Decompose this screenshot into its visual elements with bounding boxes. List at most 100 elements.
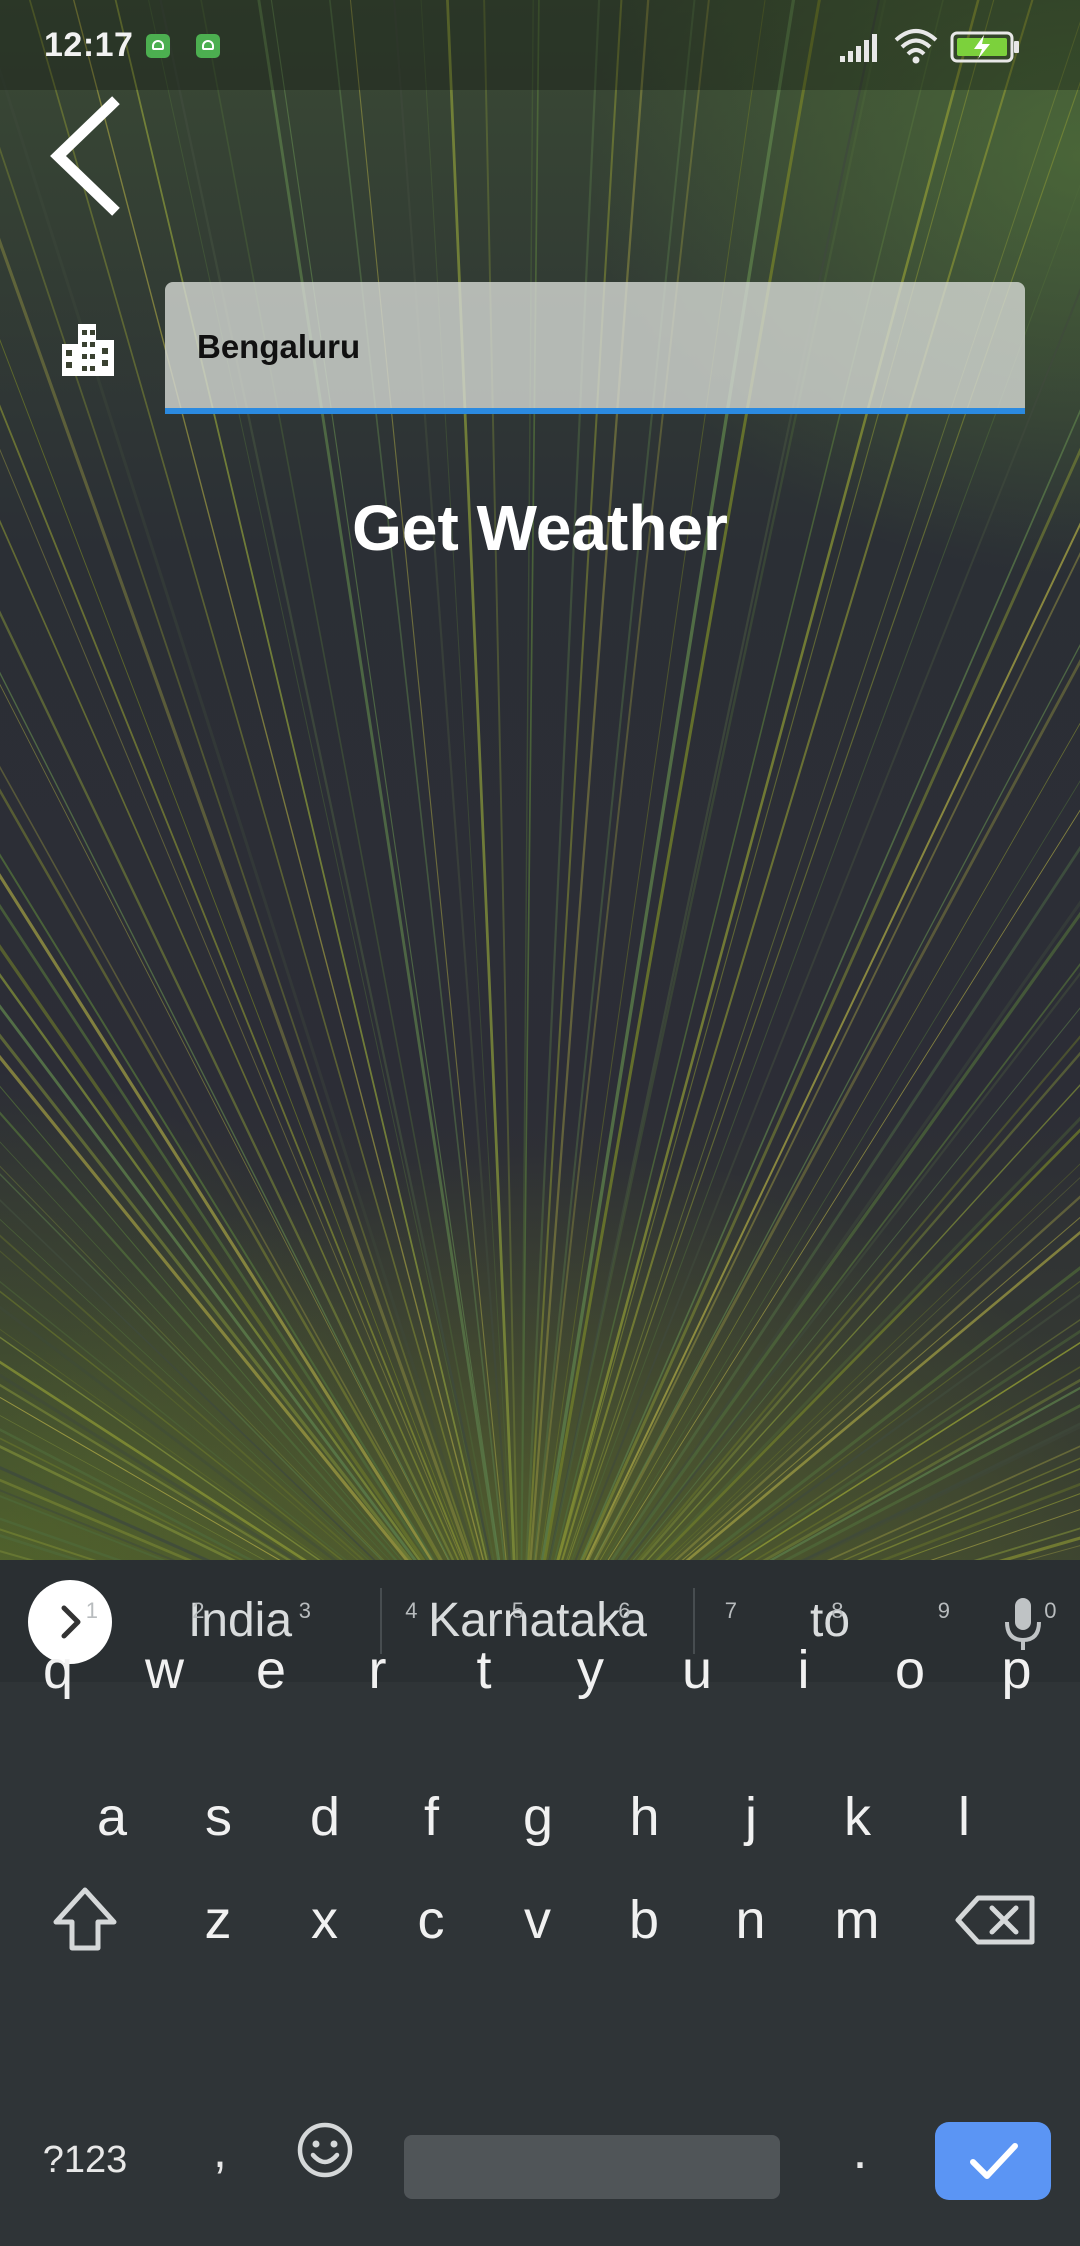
key[interactable]: u7 (647, 1598, 747, 1730)
battery-charging-icon (950, 31, 1019, 63)
leaf-vein (604, 780, 1080, 1560)
leaf-vein (930, 1509, 1080, 1560)
city-field[interactable] (165, 282, 1025, 414)
key-number-hint: 2 (192, 1598, 205, 1623)
key[interactable]: k (808, 1757, 908, 1877)
signal-icon (840, 34, 877, 62)
leaf-vein (585, 522, 1080, 1560)
key-label: y (577, 1640, 604, 1700)
key[interactable]: p0 (967, 1598, 1067, 1730)
back-button[interactable] (44, 96, 134, 216)
symbols-key[interactable]: ?123 (20, 2110, 150, 2210)
leaf-vein (558, 0, 995, 1560)
key[interactable]: m (807, 1860, 907, 1980)
key[interactable]: x (275, 1860, 375, 1980)
notification-app-icon (196, 34, 220, 58)
city-buildings-icon (62, 324, 114, 376)
get-weather-button[interactable]: Get Weather (0, 490, 1080, 566)
key[interactable]: d (275, 1757, 375, 1877)
key-number-hint: 3 (298, 1598, 311, 1623)
key-label: p (1001, 1640, 1032, 1700)
leaf-vein (579, 409, 1080, 1560)
key-label: k (844, 1787, 871, 1847)
leaf-vein (0, 1489, 176, 1560)
leaf-vein (587, 552, 1080, 1560)
key-label: s (205, 1787, 232, 1847)
leaf-vein (574, 288, 1080, 1560)
key-number-hint: 4 (405, 1598, 418, 1623)
status-bar: 12:17 (0, 0, 1080, 90)
period-key[interactable]: . (820, 2100, 900, 2200)
key[interactable]: j (701, 1757, 801, 1877)
key-label: x (311, 1890, 338, 1950)
key[interactable]: b (594, 1860, 694, 1980)
shift-key[interactable] (30, 1860, 140, 1980)
key[interactable]: c (381, 1860, 481, 1980)
backspace-icon (955, 1895, 1035, 1945)
key[interactable]: r4 (328, 1598, 428, 1730)
leaf-vein (738, 1341, 1080, 1560)
key-label: n (735, 1890, 766, 1950)
palm-leaf-background (0, 0, 1080, 1560)
leaf-vein (561, 0, 1034, 1560)
leaf-vein (527, 0, 623, 1560)
key[interactable]: v (488, 1860, 588, 1980)
shift-arrow-icon (53, 1887, 117, 1951)
leaf-vein (328, 0, 506, 1560)
key[interactable]: s (169, 1757, 269, 1877)
leaf-vein (617, 911, 1080, 1560)
key[interactable]: o9 (860, 1598, 960, 1730)
key[interactable]: g (488, 1757, 588, 1877)
key[interactable]: q1 (8, 1598, 108, 1730)
key-number-hint: 6 (618, 1598, 631, 1623)
key[interactable]: n (701, 1860, 801, 1980)
soft-keyboard: India Karnataka to q1w2e3r4t5y6u7i8o9p0 … (0, 1560, 1080, 2246)
leaf-vein (669, 1177, 1080, 1560)
leaf-vein (599, 722, 1080, 1560)
key[interactable]: z (168, 1860, 268, 1980)
leaf-vein (114, 0, 488, 1560)
leaf-vein (674, 1195, 1080, 1560)
leaf-vein (0, 1383, 292, 1560)
enter-key[interactable] (935, 2122, 1051, 2200)
key-label: w (145, 1640, 184, 1700)
emoji-icon[interactable] (290, 2115, 360, 2185)
key-number-hint: 5 (511, 1598, 524, 1623)
leaf-vein (0, 1199, 376, 1560)
key[interactable]: a (62, 1757, 162, 1877)
leaf-vein (520, 0, 534, 1560)
leaf-vein (593, 644, 1080, 1560)
key[interactable]: t5 (434, 1598, 534, 1730)
key[interactable]: e3 (221, 1598, 321, 1730)
space-bar[interactable] (404, 2135, 780, 2199)
key-number-hint: 1 (85, 1598, 98, 1623)
backspace-key[interactable] (940, 1860, 1050, 1980)
key-number-hint: 0 (1044, 1598, 1057, 1623)
key-label: h (629, 1787, 660, 1847)
status-time: 12:17 (44, 26, 134, 64)
key[interactable]: w2 (115, 1598, 215, 1730)
chevron-left-icon (50, 96, 120, 216)
key[interactable]: i8 (754, 1598, 854, 1730)
key-label: t (476, 1640, 492, 1700)
leaf-vein (554, 0, 944, 1560)
key-label: r (368, 1640, 387, 1700)
leaf-vein (566, 21, 1080, 1560)
key-label: j (745, 1787, 757, 1847)
key-label: b (628, 1890, 660, 1950)
key-label: f (423, 1787, 439, 1847)
leaf-vein (625, 963, 1080, 1560)
leaf-vein (616, 900, 1080, 1560)
comma-key[interactable]: , (180, 2100, 260, 2200)
key[interactable]: l (914, 1757, 1014, 1877)
key[interactable]: y6 (541, 1598, 641, 1730)
leaf-vein (257, 0, 500, 1560)
key-label: i (797, 1640, 810, 1700)
key[interactable]: h (595, 1757, 695, 1877)
key-label: v (524, 1890, 551, 1950)
key-number-hint: 9 (937, 1598, 950, 1623)
key-label: g (522, 1787, 554, 1847)
city-input[interactable] (197, 322, 957, 372)
key-label: a (96, 1787, 128, 1847)
key[interactable]: f (382, 1757, 482, 1877)
